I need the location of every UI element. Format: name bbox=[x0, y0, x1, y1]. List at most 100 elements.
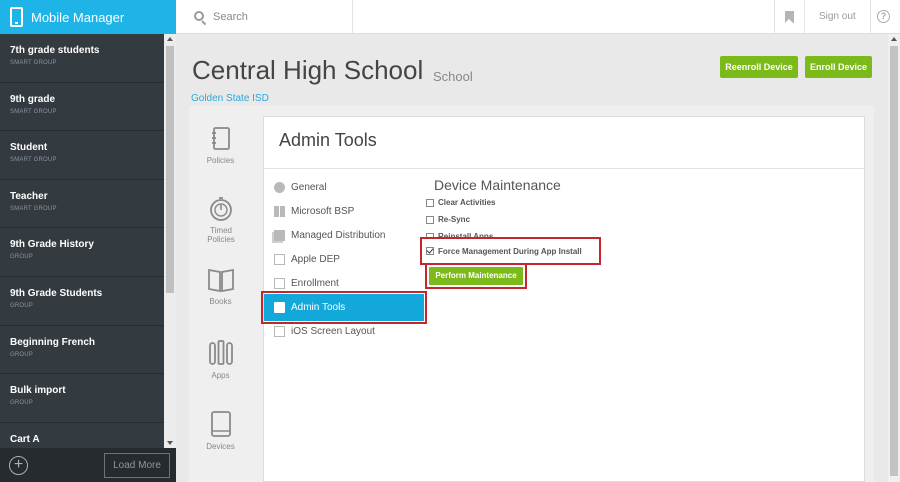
square-icon bbox=[274, 277, 285, 289]
menu-apple-dep[interactable]: Apple DEP bbox=[274, 249, 340, 269]
menu-label: Enrollment bbox=[291, 277, 339, 289]
admin-tools-title: Admin Tools bbox=[279, 130, 377, 150]
nav-label: Devices bbox=[206, 442, 235, 451]
gear-icon bbox=[274, 181, 285, 193]
sidebar-scrollbar[interactable] bbox=[164, 34, 176, 448]
briefcase-icon bbox=[274, 302, 285, 313]
group-name: Teacher bbox=[10, 190, 48, 202]
add-group-button[interactable]: + bbox=[9, 456, 28, 475]
menu-label: Admin Tools bbox=[291, 302, 346, 313]
group-list-item[interactable]: Bulk import GROUP bbox=[0, 374, 164, 423]
option-label: Re-Sync bbox=[438, 215, 471, 224]
group-type: SMART GROUP bbox=[10, 157, 57, 164]
group-name: 9th grade bbox=[10, 93, 56, 105]
menu-admin-tools[interactable]: Admin Tools bbox=[261, 291, 427, 324]
group-list-item[interactable]: Cart A bbox=[0, 423, 164, 448]
menu-ios-screen-layout[interactable]: iOS Screen Layout bbox=[274, 321, 375, 341]
app-title: Mobile Manager bbox=[31, 9, 125, 25]
search-icon bbox=[194, 10, 207, 25]
main-scrollbar[interactable] bbox=[888, 34, 900, 482]
menu-label: Microsoft BSP bbox=[291, 205, 355, 217]
stack-icon bbox=[274, 229, 285, 241]
scrollbar-thumb[interactable] bbox=[166, 46, 174, 293]
nav-apps[interactable]: Apps bbox=[189, 339, 252, 380]
group-type: GROUP bbox=[10, 254, 34, 261]
option-label: Force Management During App Install bbox=[438, 246, 582, 256]
menu-label: General bbox=[291, 181, 327, 193]
device-maintenance-title: Device Maintenance bbox=[434, 177, 561, 193]
organization-link[interactable]: Golden State ISD bbox=[191, 93, 269, 104]
square-icon bbox=[274, 253, 285, 265]
page-subtitle: School bbox=[433, 69, 473, 84]
sidebar-footer: + Load More bbox=[0, 448, 176, 482]
clear-activities-checkbox[interactable] bbox=[426, 198, 434, 207]
notebook-icon bbox=[211, 127, 230, 150]
group-name: 7th grade students bbox=[10, 45, 100, 56]
group-list-item[interactable]: Teacher SMART GROUP bbox=[0, 180, 164, 229]
bookmark-icon bbox=[785, 11, 794, 23]
scroll-up-icon[interactable] bbox=[167, 37, 173, 41]
group-type: GROUP bbox=[10, 351, 34, 358]
group-list-item[interactable]: 9th Grade Students GROUP bbox=[0, 277, 164, 326]
page-title: Central High School bbox=[192, 55, 424, 85]
reenroll-device-button[interactable]: Reenroll Device bbox=[720, 56, 798, 78]
tablet-icon bbox=[210, 411, 231, 437]
menu-enrollment[interactable]: Enrollment bbox=[274, 273, 339, 293]
group-type: SMART GROUP bbox=[10, 108, 57, 115]
nav-policies[interactable]: Policies bbox=[189, 126, 252, 165]
group-list-item[interactable]: 9th Grade History GROUP bbox=[0, 228, 164, 277]
perform-maintenance-button[interactable]: Perform Maintenance bbox=[429, 267, 523, 285]
sidebar: Mobile Manager 7th grade students SMART … bbox=[0, 0, 176, 482]
menu-label: Managed Distribution bbox=[291, 229, 386, 241]
top-bar: Sign out ? bbox=[176, 0, 900, 34]
divider bbox=[264, 168, 864, 169]
scroll-up-icon[interactable] bbox=[891, 37, 897, 41]
nav-timed-policies[interactable]: Timed Policies bbox=[189, 196, 252, 244]
search-input[interactable] bbox=[213, 11, 343, 23]
group-list-item[interactable]: Beginning French GROUP bbox=[0, 326, 164, 375]
group-list-item[interactable]: 9th grade SMART GROUP bbox=[0, 83, 164, 132]
re-sync-checkbox[interactable] bbox=[426, 215, 434, 224]
nav-label: Apps bbox=[211, 371, 230, 380]
square-icon bbox=[274, 325, 285, 337]
book-icon bbox=[207, 268, 234, 293]
option-force-management: Force Management During App Install bbox=[420, 237, 601, 265]
nav-books[interactable]: Books bbox=[189, 267, 252, 306]
group-name: Cart A bbox=[10, 433, 40, 445]
sidebar-header[interactable]: Mobile Manager bbox=[0, 0, 176, 34]
admin-tools-card: Admin Tools General Microsoft BSP Manage… bbox=[261, 116, 865, 482]
windows-icon bbox=[274, 205, 285, 217]
scroll-down-icon[interactable] bbox=[167, 441, 173, 445]
group-name: Student bbox=[10, 142, 48, 154]
group-list-item[interactable]: Student SMART GROUP bbox=[0, 131, 164, 180]
sign-out-link[interactable]: Sign out bbox=[804, 0, 871, 34]
load-more-button[interactable]: Load More bbox=[104, 453, 170, 478]
nav-devices[interactable]: Devices bbox=[189, 410, 252, 451]
menu-general[interactable]: General bbox=[274, 177, 327, 197]
group-type: SMART GROUP bbox=[10, 205, 57, 212]
menu-managed-distribution[interactable]: Managed Distribution bbox=[274, 225, 386, 245]
enroll-device-button[interactable]: Enroll Device bbox=[805, 56, 872, 78]
scrollbar-thumb[interactable] bbox=[890, 46, 898, 476]
menu-microsoft-bsp[interactable]: Microsoft BSP bbox=[274, 201, 354, 221]
group-type: GROUP bbox=[10, 400, 34, 407]
menu-label: iOS Screen Layout bbox=[291, 325, 375, 337]
apps-tools-icon bbox=[208, 340, 233, 365]
perform-maintenance-highlight: Perform Maintenance bbox=[425, 263, 527, 289]
nav-label: Timed Policies bbox=[207, 226, 235, 244]
help-icon[interactable]: ? bbox=[877, 10, 890, 23]
timer-icon bbox=[209, 197, 232, 221]
group-list-item[interactable]: 7th grade students SMART GROUP bbox=[0, 34, 164, 83]
menu-label: Apple DEP bbox=[291, 253, 340, 265]
option-re-sync: Re-Sync bbox=[426, 215, 470, 224]
search-bar[interactable] bbox=[176, 0, 353, 34]
group-name: Bulk import bbox=[10, 385, 66, 397]
force-management-checkbox[interactable] bbox=[426, 247, 434, 255]
group-name: 9th Grade History bbox=[10, 239, 94, 251]
nav-label: Policies bbox=[206, 156, 235, 165]
group-name: Beginning French bbox=[10, 336, 95, 348]
bookmark-button[interactable] bbox=[774, 0, 804, 34]
mobile-device-icon bbox=[10, 7, 23, 27]
group-list: 7th grade students SMART GROUP 9th grade… bbox=[0, 34, 164, 448]
group-type: SMART GROUP bbox=[10, 60, 57, 66]
